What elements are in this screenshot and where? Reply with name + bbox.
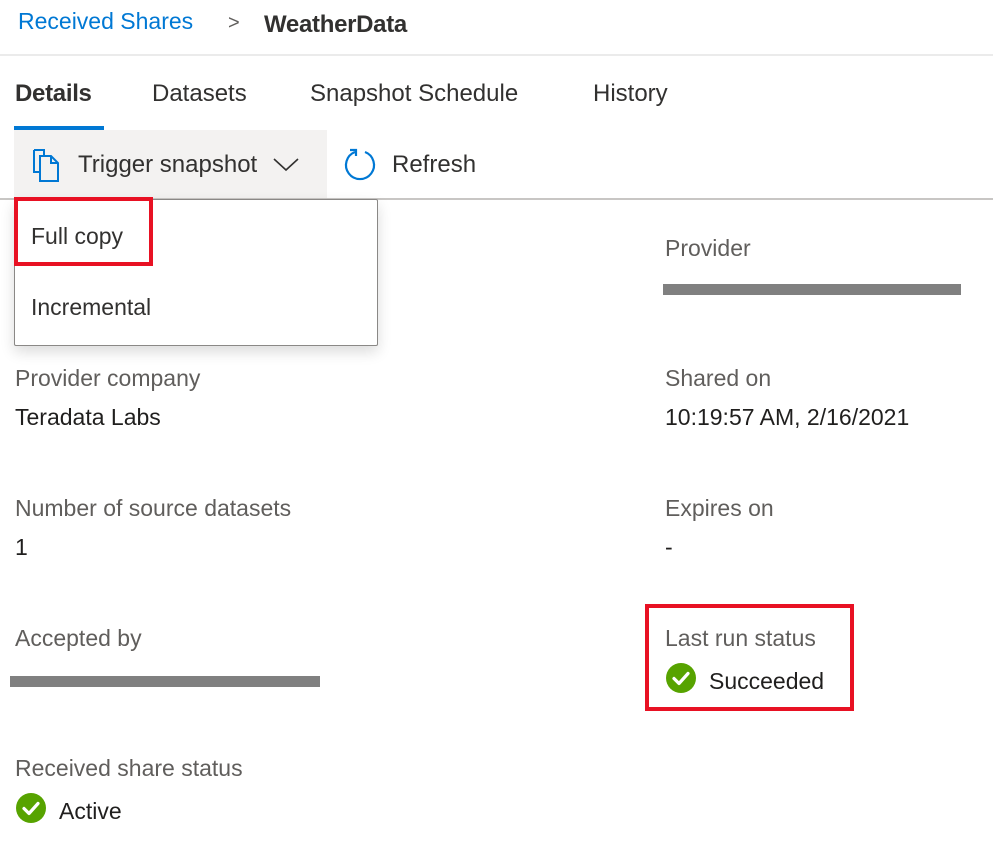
page-title: WeatherData — [264, 11, 407, 38]
tab-snapshot-schedule[interactable]: Snapshot Schedule — [310, 80, 518, 108]
refresh-label: Refresh — [392, 151, 477, 178]
field-label: Provider — [665, 235, 751, 261]
chevron-down-icon — [273, 157, 299, 173]
field-expires-on: Expires on - — [665, 495, 774, 561]
field-label: Received share status — [15, 755, 243, 781]
tab-details[interactable]: Details — [15, 80, 92, 108]
field-accepted-by: Accepted by — [10, 625, 335, 694]
tab-history[interactable]: History — [593, 80, 668, 108]
highlight-annotation-last-run-status — [645, 604, 854, 711]
redaction-bar — [10, 676, 320, 687]
copy-icon — [30, 147, 62, 183]
field-value: - — [665, 534, 673, 560]
trigger-snapshot-button[interactable]: Trigger snapshot — [30, 145, 299, 185]
field-provider-company: Provider company Teradata Labs — [15, 365, 200, 431]
redaction-bar — [663, 284, 961, 295]
tab-datasets[interactable]: Datasets — [152, 80, 247, 108]
field-label: Accepted by — [15, 625, 142, 651]
breadcrumb-separator: > — [228, 12, 240, 34]
field-label: Provider company — [15, 365, 201, 391]
field-label: Shared on — [665, 365, 772, 391]
field-number-of-source-datasets: Number of source datasets 1 — [15, 495, 291, 561]
status-badge: Active — [15, 792, 243, 830]
field-provider: Provider — [663, 235, 975, 304]
trigger-snapshot-label: Trigger snapshot — [78, 151, 258, 178]
field-value: 10:19:57 AM, 2/16/2021 — [665, 404, 910, 430]
check-circle-icon — [15, 792, 47, 830]
field-label: Expires on — [665, 495, 774, 521]
redacted-email — [10, 664, 335, 694]
refresh-icon — [342, 147, 378, 183]
status-value: Active — [59, 797, 122, 824]
breadcrumb-received-shares-link[interactable]: Received Shares — [18, 8, 193, 35]
field-label: Number of source datasets — [15, 495, 292, 521]
refresh-button[interactable]: Refresh — [342, 145, 476, 185]
field-shared-on: Shared on 10:19:57 AM, 2/16/2021 — [665, 365, 909, 431]
field-value: Teradata Labs — [15, 404, 161, 430]
menu-item-incremental[interactable]: Incremental — [31, 294, 151, 321]
highlight-annotation-full-copy — [14, 197, 153, 266]
redacted-email — [663, 274, 975, 304]
field-value: 1 — [15, 534, 28, 560]
header-divider — [0, 54, 993, 56]
field-received-share-status: Received share status Active — [15, 755, 243, 830]
